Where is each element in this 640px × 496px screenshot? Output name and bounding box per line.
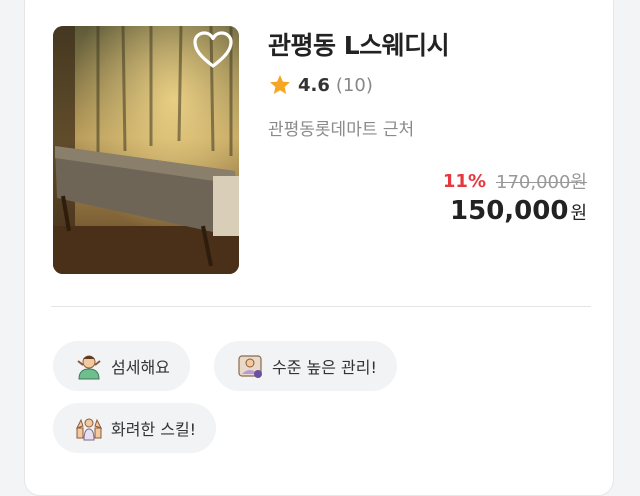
massage-hands-icon — [76, 418, 102, 441]
heart-icon[interactable] — [192, 30, 234, 70]
rating: 4.6 (10) — [268, 73, 373, 97]
rating-value: 4.6 — [298, 74, 330, 96]
tag-label: 수준 높은 관리! — [272, 358, 377, 377]
final-price-value: 150,000 — [450, 196, 569, 226]
final-price: 150,000 원 — [450, 196, 587, 226]
tag-fancy-skill[interactable]: 화려한 스킬! — [53, 403, 217, 453]
spa-treatment-icon — [238, 355, 262, 378]
shop-title[interactable]: 관평동 L스웨디시 — [268, 26, 450, 62]
review-count: (10) — [335, 74, 373, 96]
divider — [51, 306, 591, 307]
tag-high-quality[interactable]: 수준 높은 관리! — [214, 341, 397, 391]
star-icon — [270, 75, 290, 94]
location-text: 관평동롯데마트 근처 — [268, 120, 415, 140]
person-icon — [77, 355, 101, 380]
original-price: 170,000원 — [496, 172, 587, 193]
tag-label: 화려한 스킬! — [111, 420, 197, 439]
final-price-unit: 원 — [570, 203, 587, 224]
tag-detailed[interactable]: 섬세해요 — [53, 341, 190, 391]
tag-label: 섬세해요 — [111, 358, 170, 377]
price-discount-line: 11% 170,000원 — [443, 168, 587, 194]
discount-rate: 11% — [442, 170, 486, 192]
